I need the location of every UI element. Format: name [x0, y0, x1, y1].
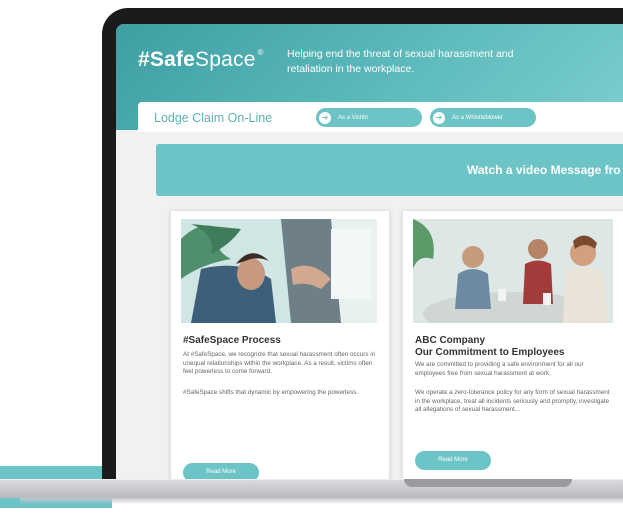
- registered-mark: ®: [257, 48, 264, 57]
- card-subtitle: Our Commitment to Employees: [415, 347, 565, 358]
- as-whistleblower-button[interactable]: ➜ As a Whistleblower: [430, 108, 536, 127]
- team-meeting-photo: [413, 219, 613, 323]
- tagline: Helping end the threat of sexual harassm…: [287, 48, 514, 75]
- card-paragraph: At #SafeSpace, we recognize that sexual …: [183, 351, 376, 375]
- office-meeting-image: [181, 219, 377, 323]
- card-paragraph: #SafeSpace shifts that dynamic by empowe…: [183, 389, 359, 396]
- video-message-banner[interactable]: Watch a video Message fro: [156, 144, 623, 196]
- laptop-mockup: #SafeSpace ® Helping end the threat of se…: [0, 0, 623, 521]
- video-message-text: Watch a video Message fro: [467, 163, 621, 177]
- card-title: ABC Company Our Commitment to Employees: [415, 335, 615, 359]
- logo-light: Space: [195, 48, 256, 71]
- lodge-claim-title: Lodge Claim On-Line: [154, 111, 273, 125]
- safespace-process-card: #SafeSpace Process At #SafeSpace, we rec…: [170, 210, 390, 482]
- read-more-button[interactable]: Read More: [415, 451, 491, 470]
- laptop-shadow: [20, 498, 623, 504]
- claim-bar: Lodge Claim On-Line ➜ As a Victim ➜ As a…: [138, 102, 623, 132]
- arrow-circle-icon: ➜: [319, 111, 331, 124]
- website-screen: #SafeSpace ® Helping end the threat of se…: [116, 24, 623, 482]
- team-meeting-image: [413, 219, 613, 323]
- card-title-text: ABC Company: [415, 335, 486, 346]
- card-paragraph: We are committed to providing a safe env…: [415, 361, 584, 377]
- card-title-text: #SafeSpace Process: [183, 335, 281, 346]
- card-paragraph: We operate a zero-tolerance policy for a…: [415, 389, 610, 413]
- company-commitment-card: ABC Company Our Commitment to Employees …: [402, 210, 623, 482]
- card-title: #SafeSpace Process: [183, 335, 383, 347]
- office-meeting-photo: [181, 219, 377, 323]
- laptop-notch: [404, 479, 572, 487]
- as-whistleblower-label: As a Whistleblower: [452, 114, 504, 121]
- as-victim-button[interactable]: ➜ As a Victim: [316, 108, 422, 127]
- as-victim-label: As a Victim: [338, 114, 368, 121]
- arrow-circle-icon: ➜: [433, 111, 445, 124]
- safespace-logo[interactable]: #SafeSpace ®: [138, 48, 264, 72]
- logo-bold: #Safe: [138, 48, 196, 71]
